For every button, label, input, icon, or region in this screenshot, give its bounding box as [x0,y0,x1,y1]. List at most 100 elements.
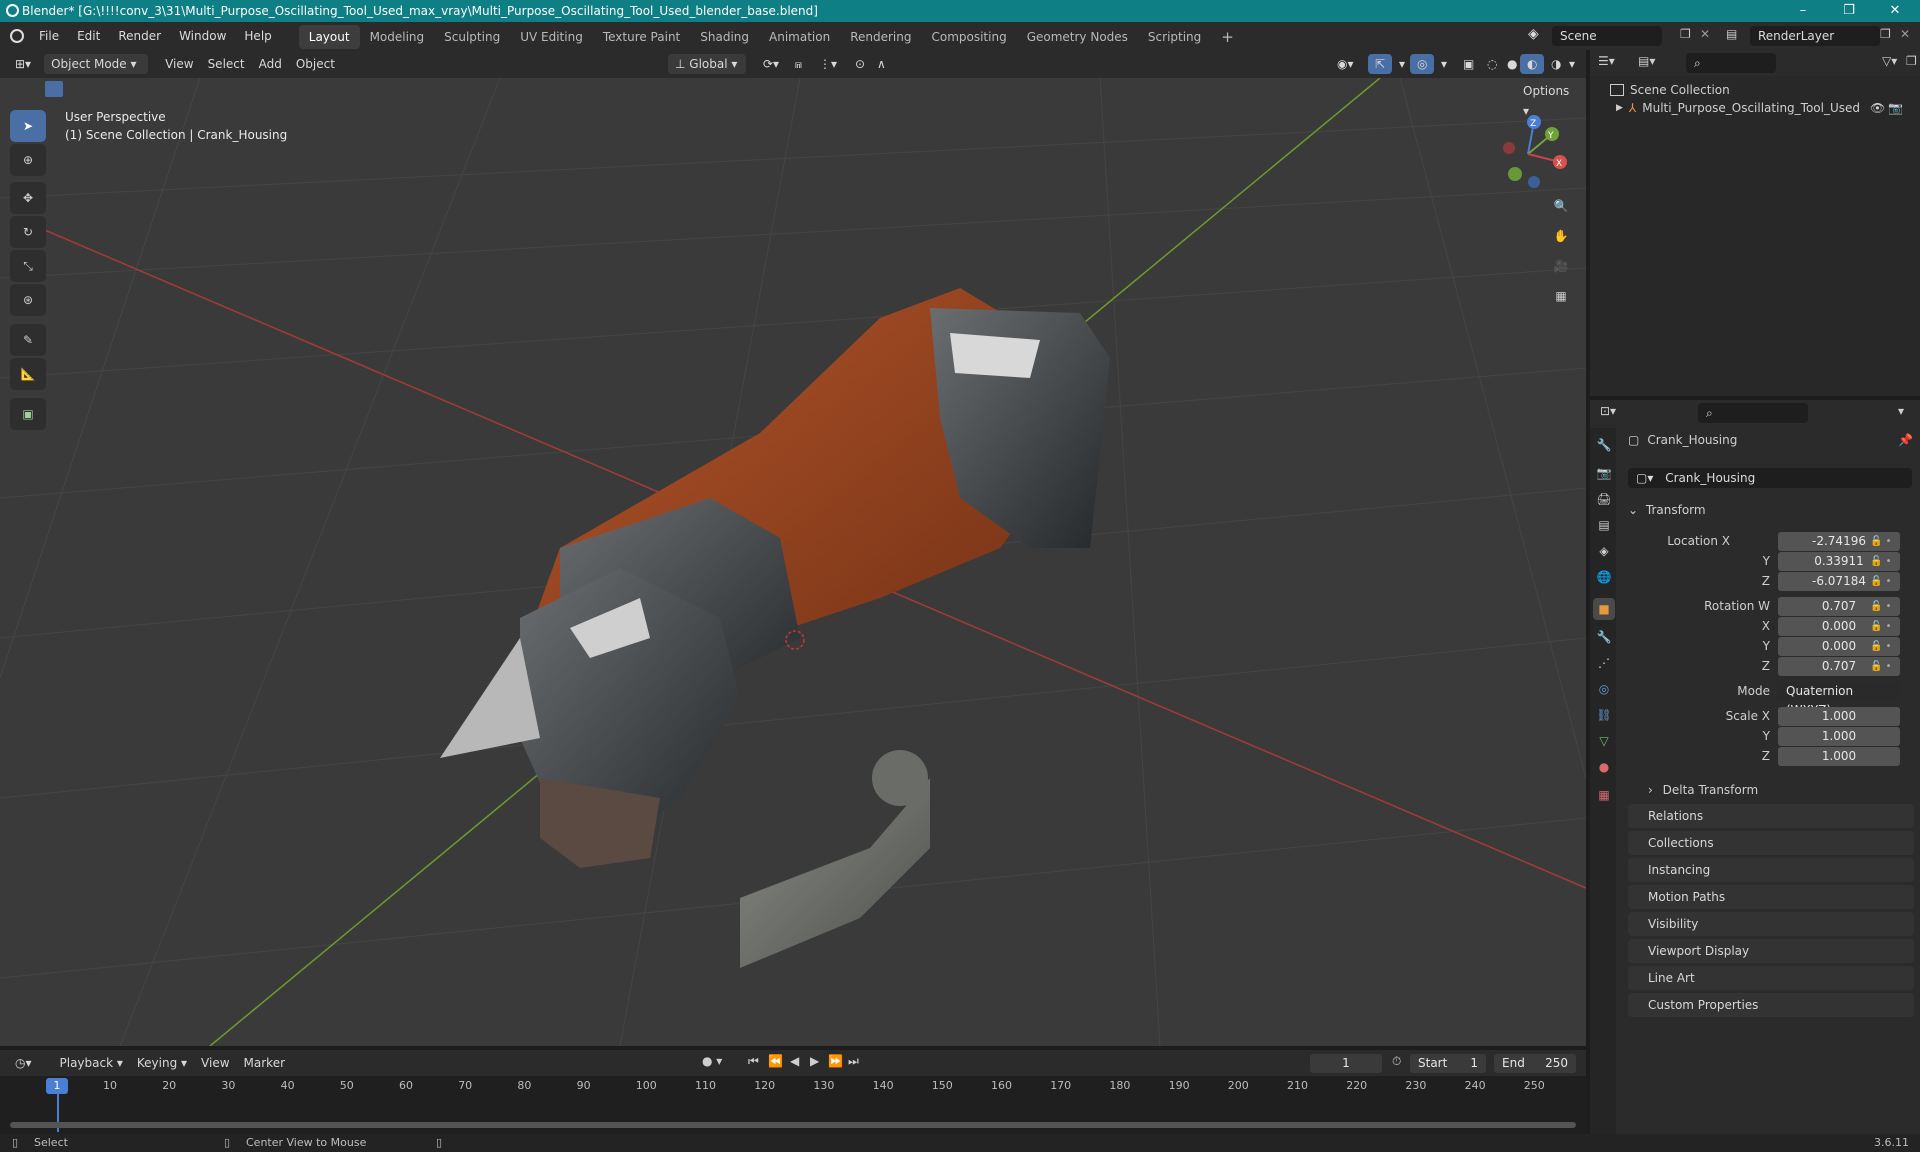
pin-icon[interactable]: 📌 [1898,433,1913,447]
tab-uv-editing[interactable]: UV Editing [510,25,593,49]
scene-tab-icon[interactable]: ◈ [1593,540,1615,562]
lock-icon[interactable]: 🔓 • [1870,572,1910,592]
tab-scripting[interactable]: Scripting [1138,25,1211,49]
tab-modeling[interactable]: Modeling [360,25,435,49]
editor-type-icon[interactable]: ⊞▾ [8,54,38,74]
datablock-name-field[interactable]: ▢▾ Crank_Housing [1628,468,1912,488]
oscillating-tool-model[interactable] [440,288,1110,968]
add-cube-tool[interactable]: ▣ [10,398,46,430]
particles-tab-icon[interactable]: ⋰ [1593,652,1615,674]
constraints-tab-icon[interactable]: ⛓ [1593,704,1615,726]
menu-file[interactable]: File [30,22,68,50]
filter-icon[interactable]: ▽▾ [1882,54,1897,68]
navigation-gizmo[interactable]: Z Y X [1490,112,1570,192]
orientation-selector[interactable]: ⊥ Global ▾ [668,54,746,74]
jump-start-icon[interactable]: ⏮ [748,1054,759,1069]
select-invert-icon[interactable] [105,81,123,97]
physics-tab-icon[interactable]: ◎ [1593,678,1615,700]
maximize-button[interactable]: ❐ [1826,0,1872,22]
pivot-icon[interactable]: ⟳▾ [756,54,786,74]
material-shading-icon[interactable]: ◐ [1520,54,1545,74]
play-reverse-icon[interactable]: ◀ [790,1054,799,1068]
select-box-tool[interactable]: ➤ [10,110,46,142]
render-tab-icon[interactable]: 📷 [1593,462,1615,484]
xray-icon[interactable]: ▣ [1456,54,1481,74]
menu-render[interactable]: Render [109,22,170,50]
timeline-editor-type-icon[interactable]: ◷▾ [8,1053,39,1073]
properties-editor-type-icon[interactable]: ⊡▾ [1600,404,1616,418]
mode-selector[interactable]: Object Mode ▾ [44,54,149,74]
panel-line-art[interactable]: Line Art [1628,966,1914,990]
snap-icon[interactable]: ⩎ [788,54,809,74]
blender-menu-icon[interactable] [10,29,24,43]
data-tab-icon[interactable]: ▽ [1593,730,1615,752]
measure-tool[interactable]: 📐 [10,358,46,390]
delete-view-layer-icon[interactable]: ✕ [1900,27,1910,41]
record-button[interactable]: ● ▾ [702,1054,722,1068]
texture-tab-icon[interactable]: ▦ [1593,784,1615,806]
jump-end-icon[interactable]: ⏭ [848,1054,859,1069]
pan-button[interactable]: ✋ [1546,222,1576,250]
frame-ruler[interactable]: 1 10 20 30 40 50 60 70 80 90 100 110 120 130 140 150 16… [0,1076,1586,1134]
material-tab-icon[interactable]: ● [1593,756,1615,778]
select-intersect-icon[interactable] [125,81,143,97]
menu-window[interactable]: Window [170,22,235,50]
menu-marker[interactable]: Marker [237,1053,292,1073]
annotate-tool[interactable]: ✎ [10,324,46,356]
lock-icon[interactable]: 🔓 • [1870,552,1910,572]
panel-collections[interactable]: Collections [1628,831,1914,855]
options-button[interactable]: Options ▾ [1516,81,1586,118]
transform-tool[interactable]: ⊛ [10,284,46,316]
outliner-root[interactable]: Scene Collection [1610,80,1730,100]
panel-motion-paths[interactable]: Motion Paths [1628,885,1914,909]
panel-viewport-display[interactable]: Viewport Display [1628,939,1914,963]
menu-playback[interactable]: Playback ▾ [53,1053,130,1073]
outliner-item[interactable]: ▶ ⅄ Multi_Purpose_Oscillating_Tool_Used … [1616,98,1916,118]
ortho-toggle-button[interactable]: ▦ [1546,282,1576,310]
outliner-search-input[interactable]: ⌕ [1686,53,1776,73]
eye-icon[interactable]: 👁 [1870,101,1885,115]
expand-arrow-icon[interactable]: ▶ [1616,103,1623,113]
proportional-edit-icon[interactable]: ⊙ [848,54,872,74]
object-tab-icon[interactable]: ■ [1593,598,1615,620]
overlay-dropdown-icon[interactable]: ▾ [1434,54,1454,74]
tab-animation[interactable]: Animation [759,25,840,49]
scene-selector-icon[interactable]: ◈ [1528,26,1550,46]
world-tab-icon[interactable]: 🌐 [1593,566,1615,588]
zoom-button[interactable]: 🔍 [1546,192,1576,220]
current-frame-field[interactable]: 1 [1310,1054,1382,1073]
falloff-icon[interactable]: ∧ [870,54,893,74]
view-layer-icon[interactable]: ▤ [1726,27,1737,41]
tab-layout[interactable]: Layout [298,25,360,49]
panel-custom-properties[interactable]: Custom Properties [1628,993,1914,1017]
tool-tab-icon[interactable]: 🔧 [1593,434,1615,456]
playhead-marker[interactable]: 1 [46,1078,68,1094]
delta-transform-header[interactable]: › Delta Transform [1648,780,1758,800]
lock-icon[interactable]: 🔓 • [1870,657,1910,677]
gizmo-toggle-icon[interactable]: ⇱ [1368,54,1393,74]
play-icon[interactable]: ▶ [810,1054,819,1068]
rotation-mode-dropdown[interactable]: Quaternion (WXYZ) ▾ [1778,682,1900,717]
3d-viewport[interactable]: User Perspective (1) Scene Collection | … [0,78,1586,1046]
menu-object[interactable]: Object [289,54,342,74]
tab-rendering[interactable]: Rendering [840,25,921,49]
tab-texture-paint[interactable]: Texture Paint [593,25,690,49]
tab-sculpting[interactable]: Sculpting [434,25,510,49]
delete-scene-icon[interactable]: ✕ [1700,27,1710,41]
tab-geometry-nodes[interactable]: Geometry Nodes [1017,25,1138,49]
select-new-icon[interactable] [45,81,63,97]
select-extend-icon[interactable] [65,81,83,97]
overlay-toggle-icon[interactable]: ◎ [1410,54,1435,74]
new-view-layer-icon[interactable]: ❐ [1880,27,1891,41]
scale-tool[interactable]: ⤡ [10,250,46,282]
lock-icon[interactable]: 🔓 • [1870,597,1910,617]
select-subtract-icon[interactable] [85,81,103,97]
camera-view-button[interactable]: 🎥 [1546,252,1576,280]
properties-search-input[interactable]: ⌕ [1698,403,1808,423]
new-scene-icon[interactable]: ❐ [1680,27,1691,41]
panel-visibility[interactable]: Visibility [1628,912,1914,936]
snap-target-icon[interactable]: ⋮▾ [812,54,844,74]
panel-instancing[interactable]: Instancing [1628,858,1914,882]
menu-edit[interactable]: Edit [68,22,109,50]
add-workspace-button[interactable]: + [1211,25,1244,49]
